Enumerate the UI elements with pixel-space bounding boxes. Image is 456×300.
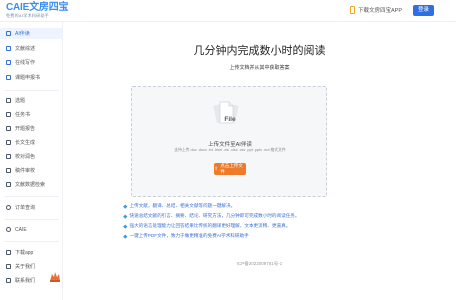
logo-tagline: 免费的AI学术科研助手 — [6, 13, 50, 18]
proposal-icon — [6, 75, 11, 80]
sidebar-item-database[interactable]: 文献数据检索 — [0, 179, 63, 190]
sidebar-item-label: 联系我们 — [15, 278, 36, 284]
sidebar-item-proofread[interactable]: 校对润色 — [0, 151, 63, 162]
feature-text: 上传文献，翻译、总结、相关文献等问题一键解决。 — [129, 203, 236, 208]
sidebar-item-label: 订单查询 — [15, 205, 36, 211]
sidebar-item-label: 文献数据检索 — [15, 182, 46, 188]
caie-icon — [6, 227, 11, 232]
sidebar-item-label: 关于我们 — [15, 264, 36, 270]
database-icon — [6, 182, 11, 187]
login-button[interactable]: 登录 — [413, 5, 434, 16]
icp-footer[interactable]: ICP备2022009761号-1 — [63, 261, 456, 267]
page-subtitle: 上传文档并从其中获取答案 — [229, 65, 290, 71]
sidebar-item-label: 稿件审校 — [15, 168, 36, 174]
upload-file-button[interactable]: ⇪ 点击上传文件 — [214, 163, 246, 175]
feature-item: 快速总结文献的引言、摘要、结论、研究方法，几分钟即可完成数小时的阅读任务。 — [123, 213, 384, 219]
sidebar-item-label: 开题报告 — [15, 126, 36, 132]
sidebar-item-topic[interactable]: 选题 — [0, 95, 63, 106]
logo-text: CAIE文房四宝 — [6, 2, 69, 13]
topic-icon — [6, 98, 11, 103]
bullet-icon — [123, 214, 128, 218]
sidebar-item-label: AI伴读 — [15, 31, 30, 37]
sidebar-item-label: CAIE — [15, 226, 27, 233]
audit-icon — [6, 168, 11, 173]
task-icon — [6, 112, 11, 117]
sidebar-item-opening[interactable]: 开题报告 — [0, 123, 63, 134]
sidebar-item-label: 在线写作 — [15, 60, 36, 66]
sidebar-item-label: 校对润色 — [15, 154, 36, 160]
download-app-link[interactable]: 下载文房四宝APP — [350, 6, 402, 14]
order-icon — [6, 205, 11, 210]
sidebar-item-label: 长文生成 — [15, 140, 36, 146]
mascot-icon — [50, 272, 60, 282]
sidebar-divider — [4, 196, 59, 197]
write-icon — [6, 60, 11, 65]
feature-text: 一键上传PDF文件，致力于做更精准的免费AI学术科研助手 — [129, 233, 249, 238]
bullet-icon — [123, 234, 128, 238]
sidebar-item-label: 下载app — [15, 250, 34, 256]
sidebar-item-ai-read[interactable]: AI伴读 — [0, 28, 63, 39]
page-title: 几分钟内完成数小时的阅读 — [193, 45, 326, 57]
feature-item: 一键上传PDF文件，致力于做更精准的免费AI学术科研助手 — [123, 233, 384, 239]
top-header: CAIE文房四宝 免费的AI学术科研助手 下载文房四宝APP 登录 — [0, 0, 456, 22]
phone-icon — [350, 6, 355, 14]
sidebar-item-label: 文献综述 — [15, 46, 36, 52]
file-icon-label: File — [224, 116, 236, 123]
sidebar: AI伴读 文献综述 在线写作 课题申报书 选题 任务书 开题报告 长文生成 校对… — [0, 22, 63, 300]
bullet-icon — [123, 204, 128, 208]
upload-icon: ⇪ — [214, 165, 219, 172]
sidebar-divider — [4, 241, 59, 242]
sidebar-item-caie[interactable]: CAIE — [0, 224, 63, 235]
sidebar-item-task[interactable]: 任务书 — [0, 109, 63, 120]
sidebar-item-longtext[interactable]: 长文生成 — [0, 137, 63, 148]
about-icon — [6, 264, 11, 269]
bullet-icon — [123, 224, 128, 228]
sidebar-item-label: 任务书 — [15, 112, 31, 118]
upload-button-label: 点击上传文件 — [220, 163, 243, 174]
sidebar-item-label: 课题申报书 — [15, 75, 41, 81]
feature-text: 快速总结文献的引言、摘要、结论、研究方法，几分钟即可完成数小时的阅读任务。 — [129, 213, 300, 218]
opening-icon — [6, 126, 11, 131]
sidebar-item-order[interactable]: 订单查询 — [0, 202, 63, 213]
upload-hint: 上传文件至AI伴读 — [208, 142, 252, 148]
sidebar-divider — [4, 90, 59, 91]
feature-text: 强大的语言处理能力让回答结果比传统的翻译更好理解，文本更流畅、更逼真。 — [129, 223, 291, 228]
feature-item: 强大的语言处理能力让回答结果比传统的翻译更好理解，文本更流畅、更逼真。 — [123, 223, 384, 229]
sidebar-item-label: 选题 — [15, 98, 26, 104]
review-icon — [6, 46, 11, 51]
sidebar-item-write[interactable]: 在线写作 — [0, 57, 63, 68]
contact-icon — [6, 278, 11, 283]
sidebar-divider — [4, 219, 59, 220]
app-icon — [6, 250, 11, 255]
sidebar-item-app[interactable]: 下载app — [0, 247, 63, 258]
supported-formats: 支持上传 doc .docx .txt .html .xls .xlsx .cs… — [174, 148, 286, 152]
longtext-icon — [6, 140, 11, 145]
sidebar-item-review[interactable]: 文献综述 — [0, 43, 63, 54]
ai-read-icon — [6, 31, 11, 36]
proofread-icon — [6, 154, 11, 159]
sidebar-item-proposal[interactable]: 课题申报书 — [0, 72, 63, 83]
file-dropzone[interactable]: File 上传文件至AI伴读 支持上传 doc .docx .txt .html… — [131, 86, 327, 197]
download-app-label: 下载文房四宝APP — [358, 8, 403, 14]
feature-item: 上传文献，翻译、总结、相关文献等问题一键解决。 — [123, 203, 384, 209]
sidebar-item-audit[interactable]: 稿件审校 — [0, 165, 63, 176]
site-logo[interactable]: CAIE文房四宝 免费的AI学术科研助手 — [6, 3, 68, 19]
